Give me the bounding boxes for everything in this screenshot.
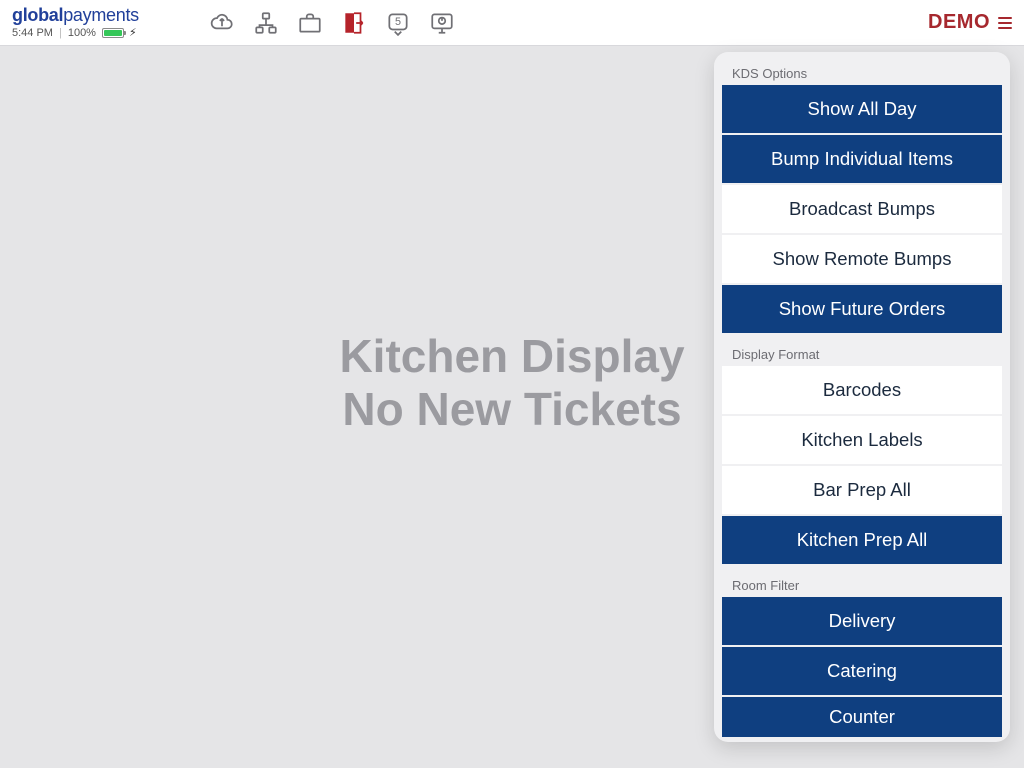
option-broadcast-bumps[interactable]: Broadcast Bumps: [722, 185, 1002, 233]
topbar: globalpayments 5:44 PM | 100% ⚡︎ 5 DEMO: [0, 0, 1024, 46]
option-kitchen-labels[interactable]: Kitchen Labels: [722, 416, 1002, 464]
option-show-all-day[interactable]: Show All Day: [722, 85, 1002, 133]
room-filter-list: Delivery Catering Counter: [718, 597, 1006, 737]
brand-block: globalpayments 5:44 PM | 100% ⚡︎: [12, 6, 139, 40]
demo-label: DEMO: [928, 11, 990, 34]
option-counter[interactable]: Counter: [722, 697, 1002, 737]
panel-arrow: [970, 52, 990, 54]
badge-5-icon[interactable]: 5: [385, 10, 411, 36]
option-show-future-orders[interactable]: Show Future Orders: [722, 285, 1002, 333]
section-label-room-filter: Room Filter: [718, 572, 1006, 597]
options-panel: KDS Options Show All Day Bump Individual…: [714, 52, 1010, 742]
section-label-kds: KDS Options: [718, 60, 1006, 85]
brand-logo: globalpayments: [12, 6, 139, 26]
status-battery-percent: 100%: [68, 27, 96, 39]
charging-icon: ⚡︎: [129, 27, 137, 39]
cloud-upload-icon[interactable]: [209, 10, 235, 36]
top-icons: 5: [209, 10, 455, 36]
brand-bold: global: [12, 5, 63, 25]
option-barcodes[interactable]: Barcodes: [722, 366, 1002, 414]
status-row: 5:44 PM | 100% ⚡︎: [12, 27, 139, 39]
option-bar-prep-all[interactable]: Bar Prep All: [722, 466, 1002, 514]
network-icon[interactable]: [253, 10, 279, 36]
status-separator: |: [59, 27, 62, 39]
option-delivery[interactable]: Delivery: [722, 597, 1002, 645]
kds-options-list: Show All Day Bump Individual Items Broad…: [718, 85, 1006, 333]
menu-toggle-button[interactable]: [998, 17, 1012, 29]
monitor-power-icon[interactable]: [429, 10, 455, 36]
display-format-list: Barcodes Kitchen Labels Bar Prep All Kit…: [718, 366, 1006, 564]
demo-badge: DEMO: [928, 11, 1012, 34]
status-time: 5:44 PM: [12, 27, 53, 39]
option-show-remote-bumps[interactable]: Show Remote Bumps: [722, 235, 1002, 283]
exit-door-icon[interactable]: [341, 10, 367, 36]
option-bump-individual[interactable]: Bump Individual Items: [722, 135, 1002, 183]
brand-rest: payments: [63, 5, 139, 25]
battery-icon: [102, 28, 124, 38]
section-label-display-format: Display Format: [718, 341, 1006, 366]
svg-text:5: 5: [395, 16, 401, 28]
option-catering[interactable]: Catering: [722, 647, 1002, 695]
briefcase-icon[interactable]: [297, 10, 323, 36]
option-kitchen-prep-all[interactable]: Kitchen Prep All: [722, 516, 1002, 564]
